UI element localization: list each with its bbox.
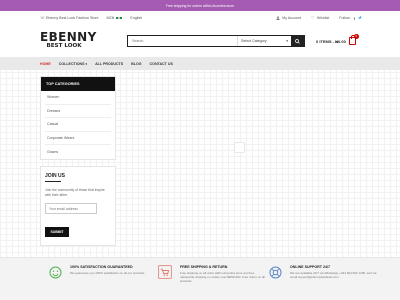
- nav-blog-label: BLOG: [131, 61, 142, 66]
- lifebuoy-icon: [268, 265, 282, 279]
- email-field[interactable]: [45, 203, 97, 214]
- feature-title: ONLINE SUPPORT 24/7: [290, 265, 330, 269]
- smile-icon: [48, 265, 62, 279]
- title-underline: [45, 181, 61, 182]
- nav-all-products-label: ALL PRODUCTS: [95, 61, 124, 66]
- category-item-gowns[interactable]: Gowns: [45, 145, 111, 159]
- submit-button[interactable]: SUBMIT: [45, 227, 69, 237]
- join-us-panel: JOIN US Join the community of those that…: [40, 166, 116, 246]
- language-label: English: [130, 16, 143, 20]
- search-icon: [295, 38, 300, 44]
- top-bar: ☏ Ebenny Best Look Fashion Store MZN Eng…: [0, 11, 400, 25]
- category-item-women[interactable]: Women: [45, 91, 111, 105]
- category-item-casual[interactable]: Casual: [45, 118, 111, 132]
- account-link[interactable]: My Account: [276, 16, 301, 20]
- nav-contact-us[interactable]: CONTACT US: [150, 62, 173, 66]
- nav-collections[interactable]: COLLECTIONS ▾: [59, 62, 87, 66]
- phone-icon: ☏: [40, 15, 46, 20]
- wishlist-link[interactable]: ♡ Wishlist: [310, 15, 330, 21]
- facebook-icon[interactable]: f: [354, 16, 355, 21]
- main-nav: HOME COLLECTIONS ▾ ALL PRODUCTS BLOG CONT…: [0, 57, 400, 70]
- category-item-dresses[interactable]: Dresses: [45, 105, 111, 118]
- category-select-label: Select Category: [241, 39, 267, 43]
- category-select[interactable]: Select Category ▾: [237, 36, 291, 46]
- topbar-right: My Account ♡ Wishlist Follow: f: [266, 16, 362, 21]
- category-item-corporate-wears[interactable]: Corporate Wears: [45, 132, 111, 145]
- top-categories-panel: TOP CATEGORIES Women Dresses Casual Corp…: [40, 76, 116, 160]
- cart-link[interactable]: 0 ITEMS - ₦0.00 0: [316, 34, 359, 45]
- header: EBENNY BEST LOOK Select Category ▾ 0 ITE…: [0, 25, 400, 57]
- loading-indicator: [234, 142, 245, 153]
- feature-desc: We are available 24/7 via WhatsApp +234 …: [290, 271, 377, 280]
- follow-group: Follow: f: [339, 16, 362, 21]
- follow-label: Follow:: [339, 16, 351, 20]
- cart-label: 0 ITEMS - ₦0.00: [316, 38, 346, 44]
- heart-icon: ♡: [310, 15, 315, 20]
- twitter-icon[interactable]: [358, 15, 362, 21]
- nav-all-products[interactable]: ALL PRODUCTS: [95, 62, 123, 66]
- chevron-down-icon: ▾: [286, 39, 288, 43]
- category-list: Women Dresses Casual Corporate Wears Gow…: [41, 91, 115, 159]
- nav-home[interactable]: HOME: [40, 62, 51, 66]
- logo-sub-text: BEST LOOK: [46, 43, 82, 49]
- user-icon: [276, 16, 280, 20]
- shopping-bag-icon: 0: [348, 34, 359, 45]
- store-link[interactable]: ☏ Ebenny Best Look Fashion Store: [40, 15, 99, 21]
- cart-count-badge: 0: [353, 34, 359, 39]
- top-categories-title: TOP CATEGORIES: [41, 77, 115, 91]
- join-us-text: Join the community of those that inspire…: [45, 188, 105, 197]
- feature-shipping: FREE SHIPPING & RETURN Free shipping on …: [158, 265, 268, 295]
- promo-text: Free shipping for orders within Accentra…: [165, 3, 235, 8]
- join-us-title: JOIN US: [45, 173, 66, 179]
- feature-support: ONLINE SUPPORT 24/7 We are available 24/…: [268, 265, 378, 295]
- feature-desc: We guarantee you 100% satisfaction on al…: [70, 271, 145, 275]
- search-button[interactable]: [291, 36, 304, 46]
- nav-contact-us-label: CONTACT US: [149, 61, 173, 66]
- logo-main-text: EBENNY: [40, 30, 97, 44]
- language-selector[interactable]: English: [130, 16, 142, 20]
- nav-home-label: HOME: [40, 61, 51, 66]
- currency-label: MZN: [106, 16, 115, 20]
- search-input[interactable]: [128, 36, 237, 46]
- nav-blog[interactable]: BLOG: [131, 62, 141, 66]
- logo[interactable]: EBENNY BEST LOOK: [40, 30, 97, 49]
- feature-title: FREE SHIPPING & RETURN: [180, 265, 228, 269]
- account-label: My Account: [282, 16, 301, 20]
- promo-bar: Free shipping for orders within Accentra…: [0, 0, 400, 11]
- shopping-cart-icon: [158, 265, 172, 279]
- store-label: Ebenny Best Look Fashion Store: [46, 16, 99, 20]
- search-bar: Select Category ▾: [127, 35, 305, 47]
- chevron-down-icon: ▾: [85, 61, 88, 66]
- nav-collections-label: COLLECTIONS: [58, 61, 85, 66]
- feature-title: 100% SATISFACTION GUARANTEED: [70, 265, 133, 269]
- feature-desc: Free shipping on all order within Accent…: [180, 271, 265, 284]
- currency-selector[interactable]: MZN: [107, 16, 123, 20]
- features-strip: 100% SATISFACTION GUARANTEED We guarante…: [0, 257, 400, 300]
- flag-icon: [116, 16, 123, 20]
- feature-satisfaction: 100% SATISFACTION GUARANTEED We guarante…: [48, 265, 158, 295]
- wishlist-label: Wishlist: [316, 16, 330, 20]
